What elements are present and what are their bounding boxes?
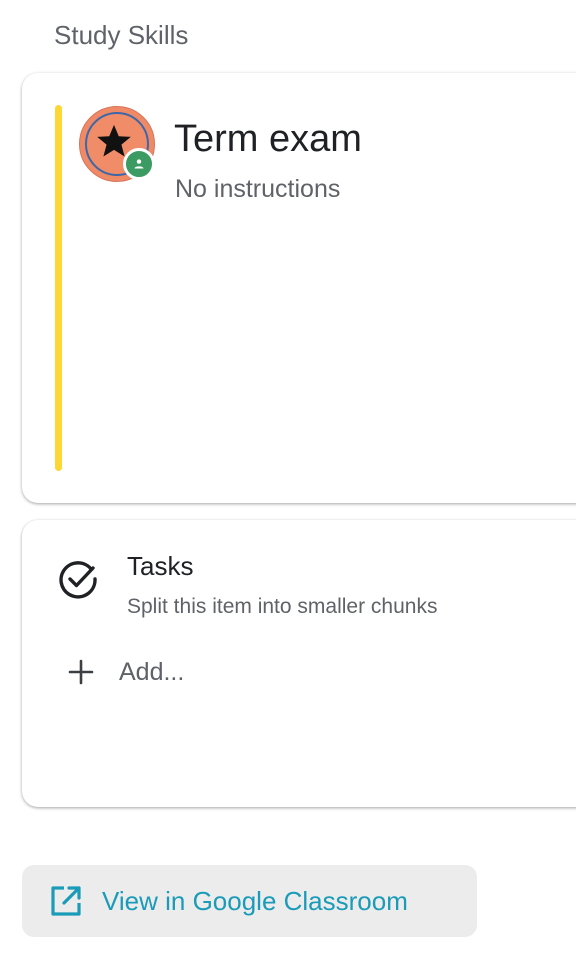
assignment-avatar <box>79 106 157 184</box>
check-circle-icon <box>59 561 97 599</box>
google-classroom-icon <box>123 148 155 180</box>
assignment-accent-bar <box>55 105 62 471</box>
assignment-instructions: No instructions <box>175 175 341 203</box>
add-task-button[interactable]: Add... <box>67 654 184 690</box>
tasks-card: Tasks Split this item into smaller chunk… <box>22 520 576 807</box>
item-detail-page: Study Skills Term exam No instructions T… <box>0 0 576 954</box>
view-in-google-classroom-button[interactable]: View in Google Classroom <box>22 865 477 937</box>
course-title: Study Skills <box>54 20 189 50</box>
assignment-card: Term exam No instructions <box>22 73 576 503</box>
tasks-subtitle: Split this item into smaller chunks <box>127 595 438 618</box>
assignment-title: Term exam <box>174 118 362 160</box>
classroom-person-glyph <box>134 159 144 169</box>
open-in-new-icon <box>51 886 81 916</box>
add-task-label: Add... <box>119 657 185 686</box>
plus-icon <box>68 659 94 685</box>
tasks-title: Tasks <box>127 551 194 581</box>
view-in-google-classroom-label: View in Google Classroom <box>102 885 408 916</box>
